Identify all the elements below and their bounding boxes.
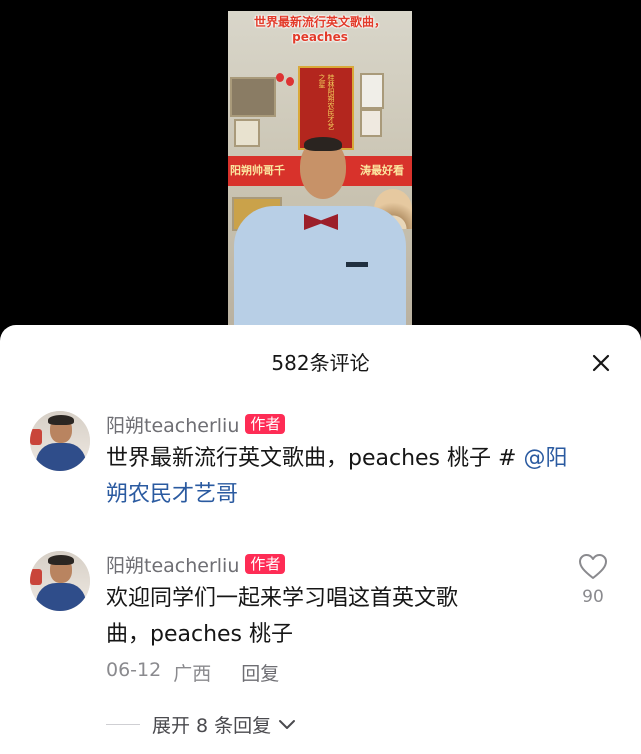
comment-text-line1: 欢迎同学们一起来学习唱这首英文歌 bbox=[106, 586, 459, 611]
person-shirt bbox=[234, 206, 406, 329]
comments-sheet: 582条评论 阳朔teacherliu 作者 世界最新流行英文歌曲，peache… bbox=[0, 325, 641, 754]
person-hair bbox=[304, 137, 342, 151]
comment-user-row: 阳朔teacherliu 作者 bbox=[106, 551, 571, 577]
comment-date: 06-12 bbox=[106, 659, 162, 681]
heart-outline-icon bbox=[579, 554, 607, 579]
comment-text-line2: 曲，peaches 桃子 bbox=[106, 622, 294, 647]
like-button[interactable]: 90 bbox=[573, 553, 613, 607]
comment-username[interactable]: 阳朔teacherliu bbox=[106, 411, 239, 438]
comment-text-main: 世界最新流行英文歌曲，peaches 桃子 # bbox=[106, 446, 524, 471]
chevron-down-icon bbox=[279, 720, 296, 729]
like-count: 90 bbox=[582, 587, 604, 607]
reply-button[interactable]: 回复 bbox=[241, 659, 279, 686]
banner-text-left: 阳朔帅哥千 bbox=[230, 164, 285, 177]
comments-header: 582条评论 bbox=[0, 345, 641, 381]
video-caption-line2: peaches bbox=[292, 30, 348, 44]
expand-replies-label: 展开 8 条回复 bbox=[152, 714, 272, 737]
comment-body: 阳朔teacherliu 作者 世界最新流行英文歌曲，peaches 桃子 # … bbox=[106, 411, 571, 513]
comment-text: 欢迎同学们一起来学习唱这首英文歌 曲，peaches 桃子 bbox=[106, 581, 571, 653]
pennant-text: 桂林阳朔农民才艺之星 bbox=[318, 74, 335, 130]
shirt-pocket bbox=[346, 262, 368, 267]
lantern-decor bbox=[276, 73, 284, 82]
avatar[interactable] bbox=[30, 411, 90, 471]
author-badge: 作者 bbox=[245, 414, 286, 434]
comments-count-title: 582条评论 bbox=[271, 351, 370, 375]
comment-user-row: 阳朔teacherliu 作者 bbox=[106, 411, 571, 437]
banner-text-right: 涛最好看 bbox=[360, 164, 404, 177]
video-caption: 世界最新流行英文歌曲， peaches bbox=[228, 15, 412, 45]
close-button[interactable] bbox=[585, 347, 617, 379]
comment-username[interactable]: 阳朔teacherliu bbox=[106, 551, 239, 578]
wall-poster bbox=[360, 73, 384, 109]
wall-photo bbox=[360, 109, 382, 137]
expand-replies-button[interactable]: 展开 8 条回复 bbox=[106, 711, 297, 737]
author-badge: 作者 bbox=[245, 554, 286, 574]
comment-body: 阳朔teacherliu 作者 欢迎同学们一起来学习唱这首英文歌 曲，peach… bbox=[106, 551, 571, 686]
comment-meta: 06-12 广西 回复 bbox=[106, 659, 571, 686]
close-icon bbox=[592, 354, 610, 372]
lantern-decor bbox=[286, 77, 294, 86]
comment-text: 世界最新流行英文歌曲，peaches 桃子 # @阳朔农民才艺哥 bbox=[106, 441, 571, 513]
wall-certificate bbox=[234, 119, 260, 147]
video-caption-line1: 世界最新流行英文歌曲， bbox=[253, 15, 386, 29]
avatar[interactable] bbox=[30, 551, 90, 611]
video-player[interactable]: 世界最新流行英文歌曲， peaches 桂林阳朔农民才艺之星 阳朔帅哥千 涛最好… bbox=[228, 11, 412, 329]
wall-painting bbox=[230, 77, 276, 117]
comment-region: 广西 bbox=[173, 663, 212, 685]
divider bbox=[106, 723, 140, 725]
